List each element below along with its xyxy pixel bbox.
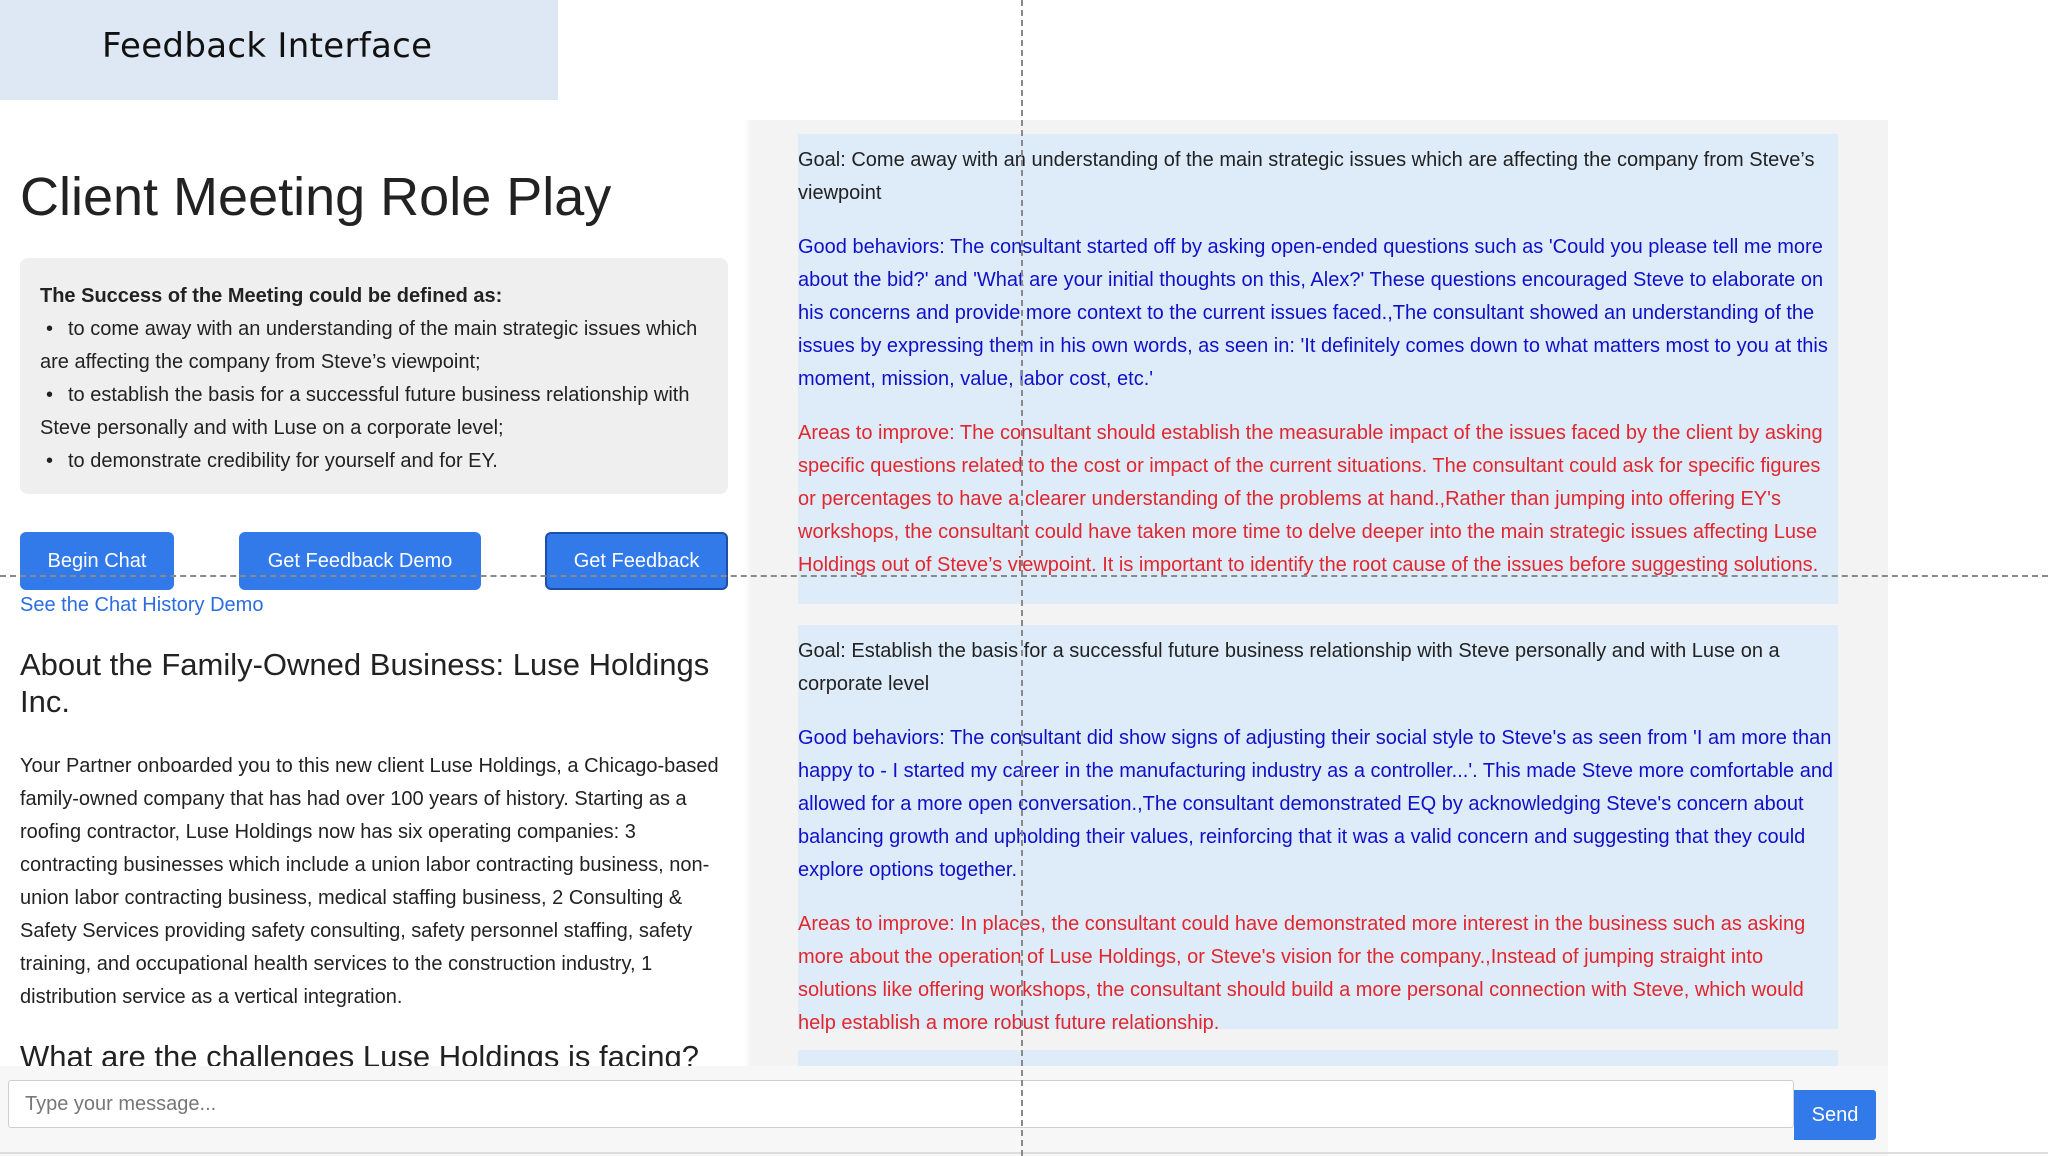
areas-to-improve-text: Areas to improve: In places, the consult… xyxy=(798,913,1806,1034)
banner-title: Feedback Interface xyxy=(102,26,433,66)
begin-chat-button[interactable]: Begin Chat xyxy=(20,532,174,590)
header-banner: Feedback Interface xyxy=(0,0,558,100)
panel-divider xyxy=(744,120,752,1070)
success-item: • to establish the basis for a successful… xyxy=(40,379,708,445)
chat-history-demo-link[interactable]: See the Chat History Demo xyxy=(20,594,263,617)
send-button[interactable]: Send xyxy=(1794,1090,1876,1140)
feedback-panel[interactable]: Goal: Come away with an understanding of… xyxy=(752,120,1888,1068)
good-behaviors-text: Good behaviors: The consultant started o… xyxy=(798,236,1828,390)
goal-text: Goal: Establish the basis for a successf… xyxy=(798,640,1780,695)
get-feedback-demo-button[interactable]: Get Feedback Demo xyxy=(239,532,481,590)
success-heading: The Success of the Meeting could be defi… xyxy=(40,285,503,307)
bullet-icon: • xyxy=(46,318,54,340)
left-panel: Client Meeting Role Play The Success of … xyxy=(0,120,752,1070)
success-list: • to come away with an understanding of t… xyxy=(40,313,708,478)
get-feedback-button[interactable]: Get Feedback xyxy=(545,532,728,590)
bullet-icon: • xyxy=(46,384,54,406)
success-item: • to come away with an understanding of t… xyxy=(40,313,708,379)
about-text: Your Partner onboarded you to this new c… xyxy=(20,755,719,1008)
feedback-card: Goal: Establish the basis for a successf… xyxy=(798,625,1838,1034)
success-item: • to demonstrate credibility for yourself… xyxy=(40,445,708,478)
message-input[interactable] xyxy=(8,1080,1794,1128)
bottom-divider xyxy=(0,1152,2048,1154)
crosshair-horizontal-guide xyxy=(0,575,2048,577)
success-criteria-box: The Success of the Meeting could be defi… xyxy=(20,258,728,494)
page-title: Client Meeting Role Play xyxy=(20,167,612,227)
feedback-card: Goal: Come away with an understanding of… xyxy=(798,134,1838,604)
areas-to-improve-text: Areas to improve: The consultant should … xyxy=(798,422,1823,576)
crosshair-vertical-guide xyxy=(1021,0,1023,1156)
goal-text: Goal: Come away with an understanding of… xyxy=(798,149,1815,204)
about-heading: About the Family-Owned Business: Luse Ho… xyxy=(20,647,710,719)
bullet-icon: • xyxy=(46,450,54,472)
good-behaviors-text: Good behaviors: The consultant did show … xyxy=(798,727,1834,881)
